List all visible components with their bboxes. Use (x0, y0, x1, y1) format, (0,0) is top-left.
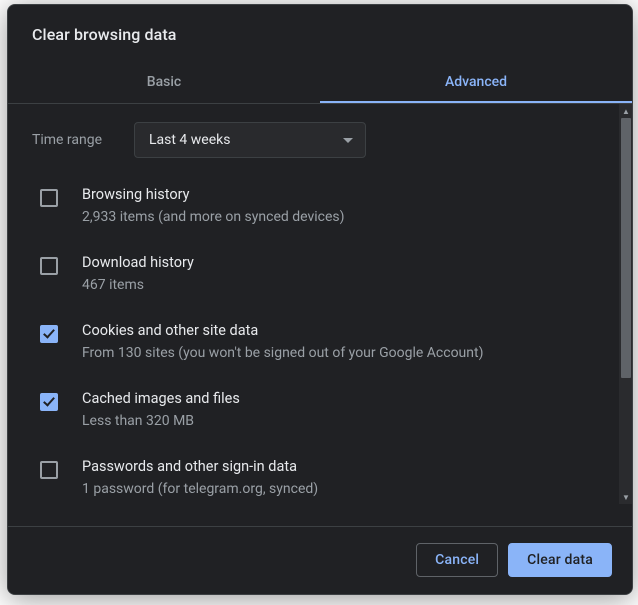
time-range-value: Last 4 weeks (149, 132, 230, 148)
time-range-select[interactable]: Last 4 weeks (134, 122, 366, 158)
scroll-down-icon[interactable]: ▼ (619, 490, 633, 504)
chevron-down-icon (343, 138, 353, 143)
item-texts: Download history 467 items (82, 253, 194, 295)
tab-basic[interactable]: Basic (8, 62, 320, 103)
item-texts: Passwords and other sign-in data 1 passw… (82, 457, 318, 499)
list-item: Passwords and other sign-in data 1 passw… (32, 444, 610, 504)
scroll-up-icon[interactable]: ▲ (619, 104, 633, 118)
tab-advanced[interactable]: Advanced (320, 62, 632, 103)
item-title: Cookies and other site data (82, 321, 483, 341)
tabs: Basic Advanced (8, 62, 632, 103)
checkbox-cached-images[interactable] (40, 393, 58, 411)
scrollbar-thumb[interactable] (621, 118, 631, 378)
list-item: Cookies and other site data From 130 sit… (32, 308, 610, 376)
checkbox-passwords[interactable] (40, 461, 58, 479)
item-texts: Cached images and files Less than 320 MB (82, 389, 240, 431)
dialog-title: Clear browsing data (32, 25, 608, 44)
dialog-header: Clear browsing data (8, 5, 632, 48)
time-range-label: Time range (32, 132, 134, 148)
clear-data-button[interactable]: Clear data (508, 543, 612, 577)
item-subtitle: From 130 sites (you won't be signed out … (82, 343, 483, 363)
checkbox-cookies[interactable] (40, 325, 58, 343)
item-title: Browsing history (82, 185, 345, 205)
item-subtitle: 467 items (82, 275, 194, 295)
item-subtitle: Less than 320 MB (82, 411, 240, 431)
cancel-button[interactable]: Cancel (416, 543, 498, 577)
item-title: Download history (82, 253, 194, 273)
time-range-row: Time range Last 4 weeks (32, 122, 610, 158)
scrollable-content[interactable]: Time range Last 4 weeks Browsing history… (8, 104, 618, 504)
item-subtitle: 1 password (for telegram.org, synced) (82, 479, 318, 499)
list-item: Download history 467 items (32, 240, 610, 308)
item-texts: Browsing history 2,933 items (and more o… (82, 185, 345, 227)
item-subtitle: 2,933 items (and more on synced devices) (82, 207, 345, 227)
list-item: Browsing history 2,933 items (and more o… (32, 172, 610, 240)
checkbox-browsing-history[interactable] (40, 189, 58, 207)
content-area: Time range Last 4 weeks Browsing history… (8, 104, 632, 504)
clear-browsing-data-dialog: Clear browsing data Basic Advanced Time … (7, 4, 633, 595)
scrollbar[interactable]: ▲ ▼ (618, 104, 632, 504)
item-title: Cached images and files (82, 389, 240, 409)
list-item: Cached images and files Less than 320 MB (32, 376, 610, 444)
checkbox-download-history[interactable] (40, 257, 58, 275)
item-texts: Cookies and other site data From 130 sit… (82, 321, 483, 363)
dialog-footer: Cancel Clear data (8, 526, 632, 594)
item-title: Passwords and other sign-in data (82, 457, 318, 477)
